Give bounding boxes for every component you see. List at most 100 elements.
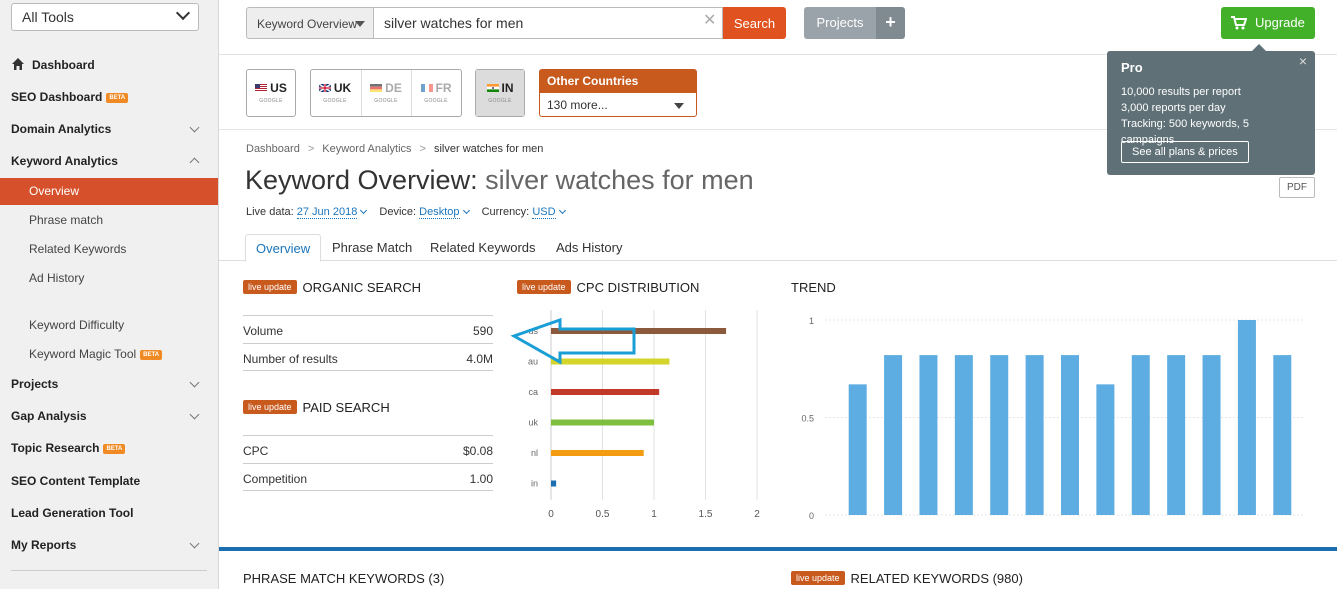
- database-in[interactable]: IN GOOGLE: [476, 70, 524, 116]
- see-plans-button[interactable]: See all plans & prices: [1121, 141, 1249, 163]
- sidebar-item-phrase-match[interactable]: Phrase match: [29, 210, 103, 230]
- sidebar: All Tools Dashboard SEO Dashboard BETA Do…: [0, 0, 219, 589]
- pdf-export-button[interactable]: PDF: [1279, 177, 1315, 198]
- close-icon[interactable]: ×: [1299, 53, 1307, 69]
- trend-y-tick: 1: [809, 316, 814, 326]
- add-project-button[interactable]: +: [876, 7, 905, 39]
- clear-icon[interactable]: ✕: [703, 13, 716, 29]
- sidebar-item-topic-research[interactable]: Topic Research BETA: [11, 438, 126, 458]
- sidebar-item-keyword-analytics[interactable]: Keyword Analytics: [11, 151, 211, 171]
- beta-badge: BETA: [103, 443, 126, 454]
- tab-overview[interactable]: Overview: [245, 234, 322, 262]
- sidebar-item-seo-content-template[interactable]: SEO Content Template: [11, 471, 140, 491]
- cpc-category-label: nl: [531, 448, 538, 458]
- home-icon: [12, 58, 24, 70]
- beta-badge: BETA: [140, 349, 163, 360]
- sidebar-item-overview[interactable]: Overview: [0, 178, 218, 205]
- cpc-bar-nl: [551, 450, 644, 456]
- trend-bar: [990, 355, 1009, 515]
- chevron-down-icon: [189, 409, 200, 420]
- sidebar-item-seo-dashboard[interactable]: SEO Dashboard BETA: [11, 87, 129, 107]
- sidebar-item-ad-history[interactable]: Ad History: [29, 268, 84, 288]
- database-fr[interactable]: FR GOOGLE: [411, 70, 459, 116]
- trend-bar: [1237, 320, 1256, 515]
- sidebar-item-keyword-magic-tool[interactable]: Keyword Magic Tool BETA: [29, 344, 163, 364]
- uk-flag-icon: [318, 84, 331, 92]
- live-update-badge: live update: [243, 400, 297, 414]
- live-update-badge: live update: [243, 280, 297, 294]
- breadcrumb: Dashboard > Keyword Analytics > silver watch…: [246, 143, 544, 155]
- sidebar-item-projects[interactable]: Projects: [11, 374, 211, 394]
- sidebar-item-domain-analytics[interactable]: Domain Analytics: [11, 119, 211, 139]
- device-select[interactable]: Desktop: [419, 206, 460, 219]
- chevron-down-icon: [360, 206, 368, 215]
- breadcrumb-dashboard[interactable]: Dashboard: [246, 143, 300, 155]
- beta-badge: BETA: [106, 92, 129, 103]
- organic-search-title: live update ORGANIC SEARCH: [243, 280, 421, 295]
- other-countries-select[interactable]: Other Countries 130 more...: [539, 69, 697, 117]
- trend-bar: [954, 355, 973, 515]
- chevron-down-icon: [175, 5, 191, 21]
- chevron-down-icon: [189, 377, 200, 388]
- cpc-category-label: uk: [528, 418, 538, 428]
- pro-line: 10,000 results per report: [1121, 86, 1241, 98]
- trend-bar: [1061, 355, 1079, 515]
- trend-bar: [884, 355, 903, 515]
- top-bar: Keyword Overview ✕ Search Projects + Upg…: [219, 0, 1337, 55]
- database-us[interactable]: US GOOGLE: [247, 70, 295, 116]
- report-type-select[interactable]: Keyword Overview: [246, 7, 374, 39]
- cpc-x-tick: 1.5: [699, 509, 713, 520]
- tools-select[interactable]: All Tools: [11, 3, 199, 31]
- page-title: Keyword Overview: silver watches for men: [245, 165, 754, 195]
- trend-bar: [848, 384, 867, 515]
- trend-y-tick: 0: [809, 511, 814, 521]
- chevron-down-icon: [189, 538, 200, 549]
- cpc-x-tick: 0.5: [596, 509, 610, 520]
- annotation-arrow-icon: [510, 317, 636, 365]
- trend-bar: [1025, 355, 1044, 515]
- projects-button[interactable]: Projects: [804, 7, 876, 39]
- cpc-x-tick: 0: [548, 509, 554, 520]
- fr-flag-icon: [420, 84, 433, 92]
- database-group-in: IN GOOGLE: [475, 69, 525, 117]
- pro-plan-tooltip: × Pro 10,000 results per report 3,000 re…: [1107, 44, 1315, 175]
- cpc-bar-in: [551, 480, 557, 487]
- cpc-category-label: ca: [528, 387, 538, 397]
- search-button[interactable]: Search: [723, 7, 786, 39]
- cart-icon: [1231, 16, 1247, 30]
- trend-bar: [1273, 355, 1292, 515]
- sidebar-item-dashboard[interactable]: Dashboard: [11, 55, 95, 75]
- section-divider: [219, 547, 1337, 551]
- sidebar-item-my-reports[interactable]: My Reports: [11, 535, 211, 555]
- cpc-category-label: in: [531, 479, 538, 489]
- organic-row-results: Number of results 4.0M: [243, 343, 493, 371]
- cpc-bar-uk: [551, 419, 654, 426]
- cpc-x-tick: 2: [754, 509, 760, 520]
- cpc-bar-ca: [551, 389, 660, 395]
- sidebar-item-related-keywords[interactable]: Related Keywords: [29, 239, 126, 259]
- chevron-down-icon: [189, 122, 200, 133]
- report-tabs: Overview Phrase Match Related Keywords A…: [219, 234, 1337, 262]
- related-keywords-title: live update RELATED KEYWORDS (980): [791, 571, 1023, 586]
- database-group-eu: UK GOOGLE DE GOOGLE FR GOOGLE: [310, 69, 462, 117]
- tab-related-keywords[interactable]: Related Keywords: [420, 234, 546, 261]
- cpc-distribution-title: live update CPC DISTRIBUTION: [517, 280, 699, 295]
- breadcrumb-keyword-analytics[interactable]: Keyword Analytics: [322, 143, 411, 155]
- live-data-date-select[interactable]: 27 Jun 2018: [296, 206, 358, 219]
- sidebar-item-gap-analysis[interactable]: Gap Analysis: [11, 406, 211, 426]
- tab-phrase-match[interactable]: Phrase Match: [322, 234, 422, 261]
- paid-row-competition: Competition 1.00: [243, 463, 493, 491]
- sidebar-divider: [11, 570, 207, 571]
- currency-select[interactable]: USD: [532, 206, 556, 219]
- sidebar-item-keyword-difficulty[interactable]: Keyword Difficulty: [29, 315, 124, 335]
- caret-down-icon: [674, 103, 684, 109]
- upgrade-button[interactable]: Upgrade: [1221, 7, 1315, 39]
- database-uk[interactable]: UK GOOGLE: [311, 70, 359, 116]
- tab-ads-history[interactable]: Ads History: [546, 234, 632, 261]
- in-flag-icon: [486, 84, 499, 92]
- paid-row-cpc: CPC $0.08: [243, 435, 493, 463]
- trend-bar: [1167, 355, 1186, 515]
- search-input[interactable]: [374, 7, 723, 39]
- database-de[interactable]: DE GOOGLE: [361, 70, 409, 116]
- sidebar-item-lead-generation-tool[interactable]: Lead Generation Tool: [11, 503, 133, 523]
